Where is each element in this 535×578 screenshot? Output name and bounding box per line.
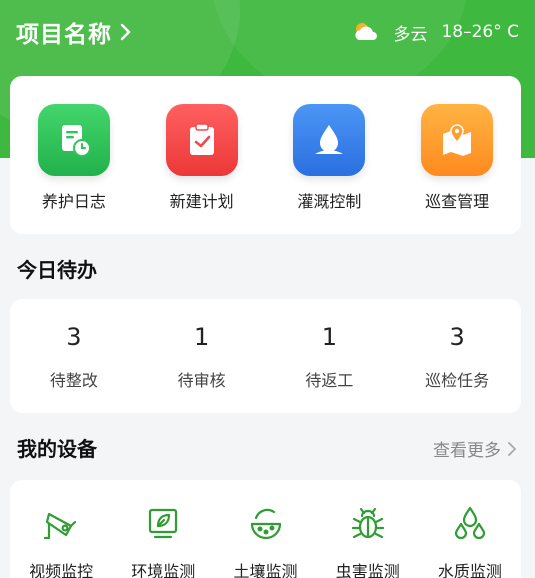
todo-card: 3 待整改 1 待审核 1 待返工 3 巡检任务 — [10, 299, 521, 413]
bug-icon — [351, 507, 384, 539]
quick-action-maintenance-log[interactable]: 养护日志 — [10, 76, 138, 234]
todo-count: 3 — [66, 323, 82, 351]
partly-cloudy-icon — [355, 23, 378, 40]
todo-label: 巡检任务 — [425, 371, 490, 390]
quick-action-new-plan[interactable]: 新建计划 — [138, 76, 266, 234]
weather-condition: 多云 — [393, 24, 428, 45]
todo-item-rectify[interactable]: 3 待整改 — [10, 299, 138, 413]
device-environment-monitoring[interactable]: 环境监测 — [112, 480, 214, 578]
todo-item-inspection-task[interactable]: 3 巡检任务 — [393, 299, 521, 413]
water-drops-icon — [454, 506, 486, 540]
devices-card: 视频监控 环境监测 土壤监测 虫害监测 水质监测 — [10, 480, 521, 578]
project-selector[interactable]: 项目名称 — [16, 15, 132, 49]
quick-action-label: 灌溉控制 — [297, 192, 362, 211]
todo-item-review[interactable]: 1 待审核 — [138, 299, 266, 413]
todo-count: 3 — [449, 323, 465, 351]
map-pin-icon — [421, 104, 494, 176]
top-bar: 项目名称 多云 18–26° C — [16, 14, 519, 50]
device-label: 水质监测 — [437, 562, 502, 578]
quick-action-label: 巡查管理 — [425, 192, 490, 211]
chevron-right-icon — [120, 23, 131, 41]
todo-count: 1 — [321, 323, 338, 351]
device-soil-monitoring[interactable]: 土壤监测 — [214, 480, 316, 578]
device-label: 环境监测 — [131, 562, 196, 578]
todo-item-rework[interactable]: 1 待返工 — [266, 299, 394, 413]
device-label: 土壤监测 — [233, 562, 298, 578]
camera-icon — [43, 512, 77, 540]
device-pest-monitoring[interactable]: 虫害监测 — [317, 480, 419, 578]
quick-action-label: 养护日志 — [41, 192, 106, 211]
soil-icon — [250, 508, 281, 540]
weather-temperature: 18–26° C — [441, 22, 519, 42]
device-label: 视频监控 — [29, 562, 94, 578]
todo-count: 1 — [193, 323, 210, 351]
leaf-monitor-icon — [149, 508, 178, 539]
quick-action-inspection-management[interactable]: 巡查管理 — [393, 76, 521, 234]
project-title: 项目名称 — [16, 22, 112, 48]
water-drop-icon — [293, 104, 366, 176]
device-water-quality-monitoring[interactable]: 水质监测 — [419, 480, 521, 578]
todo-label: 待整改 — [49, 371, 98, 390]
quick-action-label: 新建计划 — [169, 192, 234, 211]
devices-section-title: 我的设备 — [17, 437, 97, 461]
todo-section-title: 今日待办 — [17, 258, 97, 282]
clipboard-check-icon — [165, 104, 238, 176]
weather-widget: 多云 18–26° C — [351, 20, 519, 45]
quick-action-irrigation-control[interactable]: 灌溉控制 — [266, 76, 394, 234]
device-video-monitoring[interactable]: 视频监控 — [10, 480, 112, 578]
quick-actions-card: 养护日志 新建计划 灌溉控制 巡查管理 — [10, 76, 521, 234]
log-clock-icon — [37, 104, 110, 176]
see-more-link[interactable]: 查看更多 — [433, 436, 517, 461]
device-label: 虫害监测 — [335, 562, 400, 578]
todo-label: 待返工 — [305, 371, 354, 390]
todo-label: 待审核 — [177, 371, 226, 390]
see-more-label: 查看更多 — [433, 441, 501, 461]
chevron-right-icon — [508, 441, 516, 456]
